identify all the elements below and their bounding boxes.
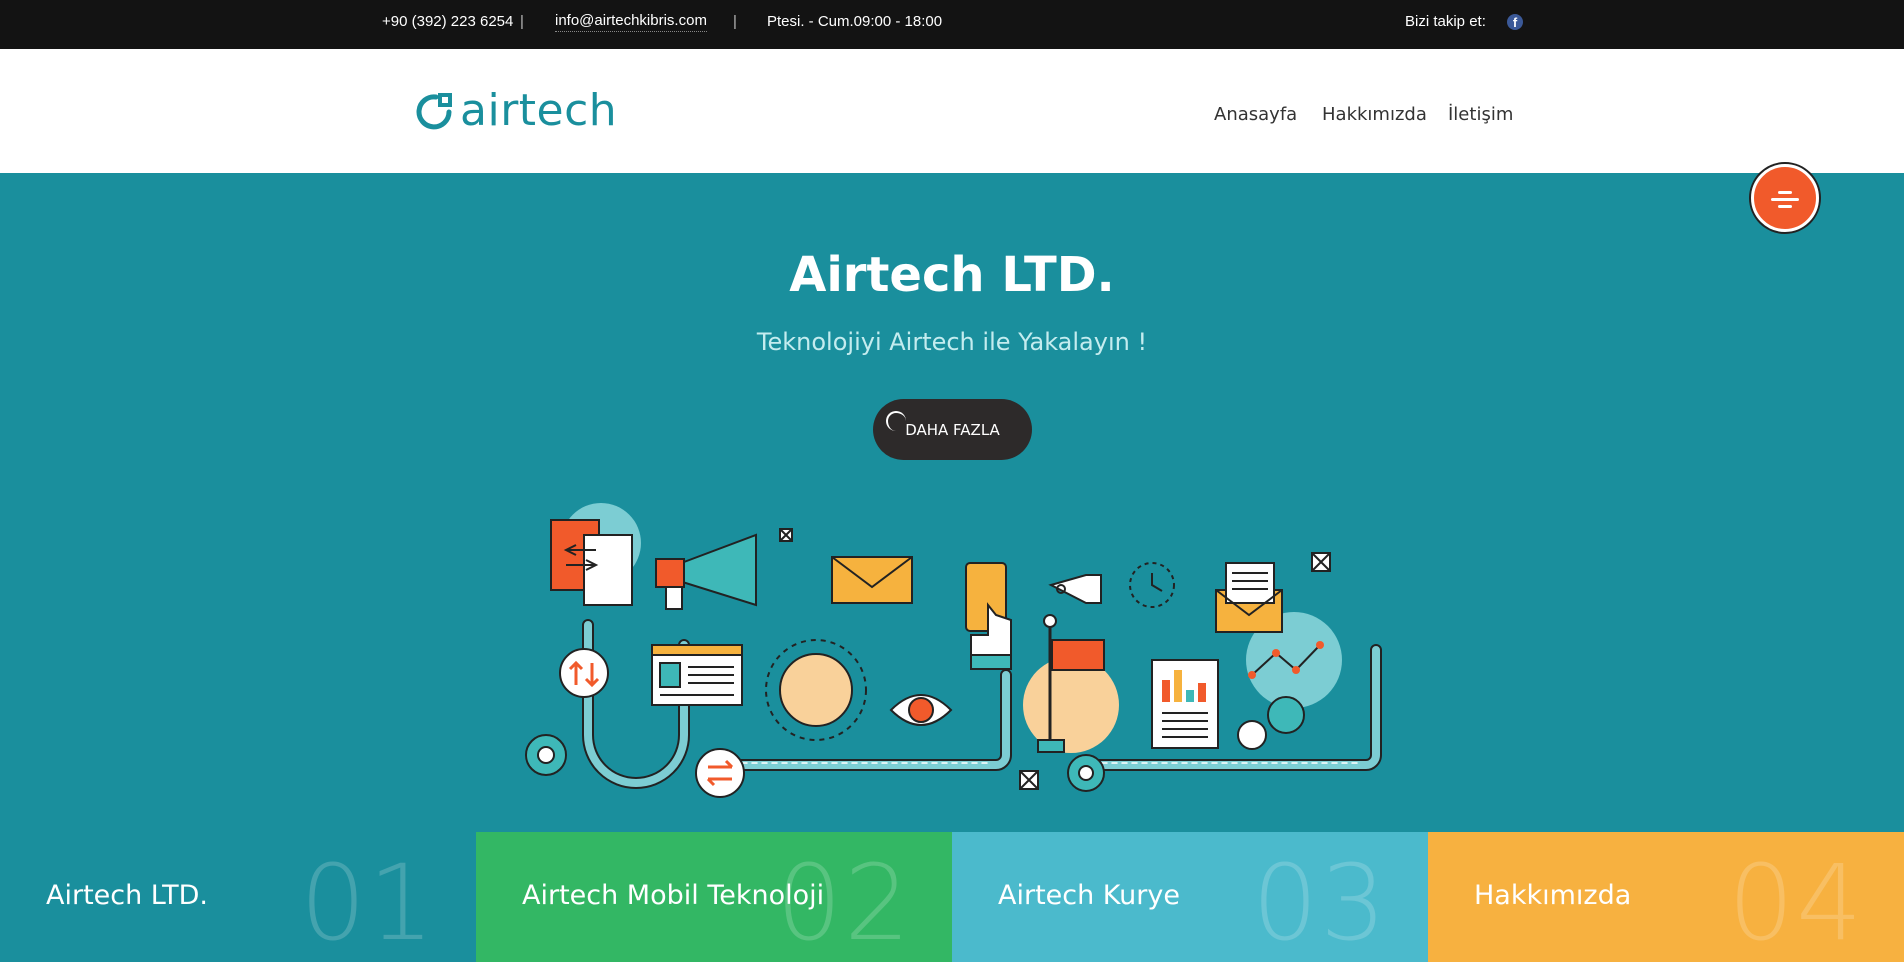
email-link[interactable]: info@airtechkibris.com: [555, 12, 707, 32]
separator: |: [520, 13, 524, 30]
facebook-icon[interactable]: f: [1507, 14, 1523, 30]
phone-number[interactable]: +90 (392) 223 6254: [382, 13, 513, 30]
follow-label: Bizi takip et:: [1405, 13, 1486, 30]
tile-airtech-ltd[interactable]: 01 Airtech LTD.: [0, 832, 476, 962]
working-hours: Ptesi. - Cum.09:00 - 18:00: [767, 13, 943, 30]
logo-mark-icon: [416, 93, 452, 130]
hero-title: Airtech LTD.: [789, 247, 1115, 303]
tile-label: Airtech Kurye: [998, 880, 1180, 911]
logo[interactable]: airtech: [414, 88, 617, 134]
menu-icon-line: [1778, 205, 1792, 208]
spinner-icon: [886, 411, 906, 431]
nav-contact[interactable]: İletişim: [1448, 104, 1513, 125]
tile-label: Airtech LTD.: [46, 880, 208, 911]
tile-number: 03: [1252, 842, 1389, 962]
more-button[interactable]: DAHA FAZLA: [873, 399, 1032, 460]
site-header: airtech Anasayfa Hakkımızda İletişim: [0, 49, 1904, 173]
more-button-label: DAHA FAZLA: [905, 420, 1000, 439]
tile-number: 01: [300, 842, 437, 962]
tile-about[interactable]: 04 Hakkımızda: [1428, 832, 1904, 962]
tile-label: Airtech Mobil Teknoloji: [522, 880, 825, 911]
nav-home[interactable]: Anasayfa: [1214, 104, 1297, 125]
feature-tiles: 01 Airtech LTD. 02 Airtech Mobil Teknolo…: [0, 832, 1904, 962]
tile-airtech-courier[interactable]: 03 Airtech Kurye: [952, 832, 1428, 962]
logo-text: airtech: [460, 85, 618, 136]
separator: |: [733, 13, 737, 30]
top-info-bar: +90 (392) 223 6254 | info@airtechkibris.…: [0, 0, 1904, 49]
hero-illustration: [525, 503, 1382, 798]
menu-toggle-button[interactable]: [1751, 164, 1819, 232]
tile-label: Hakkımızda: [1474, 880, 1632, 911]
tile-number: 04: [1728, 842, 1865, 962]
nav-about[interactable]: Hakkımızda: [1322, 104, 1427, 125]
tile-airtech-mobile[interactable]: 02 Airtech Mobil Teknoloji: [476, 832, 952, 962]
menu-icon-line: [1771, 198, 1799, 201]
menu-icon-line: [1778, 191, 1792, 194]
hero-subtitle: Teknolojiyi Airtech ile Yakalayın !: [756, 328, 1148, 356]
